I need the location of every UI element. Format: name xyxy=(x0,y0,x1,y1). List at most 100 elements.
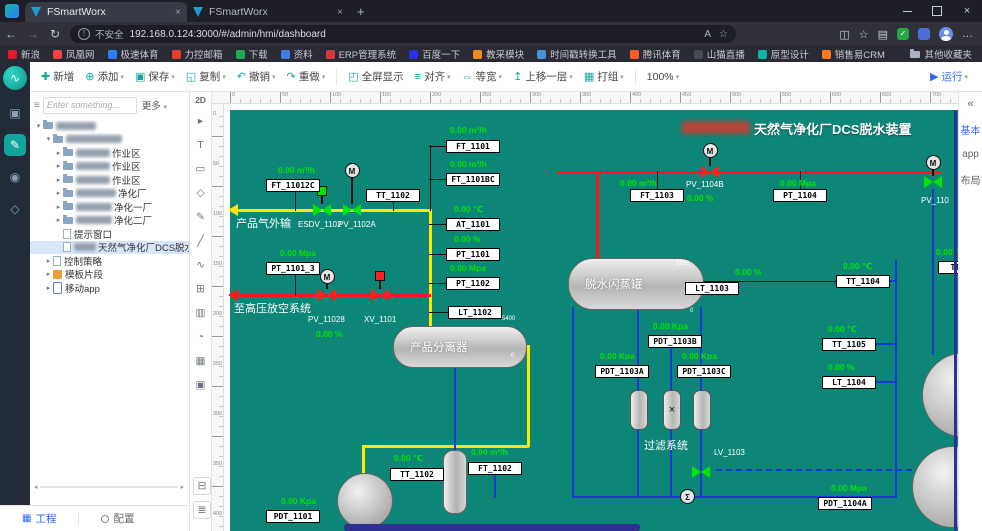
browser-menu-icon[interactable]: … xyxy=(962,28,974,40)
instrument-tag[interactable]: TT_1102 xyxy=(366,189,420,202)
other-bookmarks-folder[interactable]: 其他收藏夹 xyxy=(910,47,972,61)
instrument-tag[interactable]: TT_1105 xyxy=(822,338,876,351)
toolbar-button[interactable]: ⊕ 添加 ▾ xyxy=(85,69,124,84)
toolbar-button[interactable]: ◰ 全屏显示 xyxy=(348,69,403,84)
instrument-tag[interactable]: PDT_1103A xyxy=(595,365,649,378)
live-value[interactable]: 0.00 Mpa xyxy=(450,263,486,273)
url-text[interactable]: 192.168.0.124:3000/#/admin/hmi/dashboard xyxy=(130,29,697,40)
plant-label[interactable]: PV_1102A xyxy=(338,220,376,229)
live-value[interactable]: 0.00 Kpa xyxy=(281,496,316,506)
favorites-icon[interactable]: ☆ xyxy=(859,28,869,41)
tab-config[interactable]: 配置 xyxy=(101,511,134,526)
bookmark-item[interactable]: 销售易CRM xyxy=(821,47,885,61)
valve-ESDV_1102[interactable] xyxy=(313,204,331,216)
line-tool[interactable]: ╱ xyxy=(193,233,209,249)
pen-tool[interactable]: ✎ xyxy=(193,209,209,225)
live-value[interactable]: 0.00 ℃ xyxy=(843,261,872,272)
instrument-tag[interactable]: PT_1104 xyxy=(773,189,827,202)
plant-label[interactable]: PV_110 xyxy=(921,196,949,205)
bookmark-item[interactable]: 资料 xyxy=(280,47,313,61)
refresh-icon[interactable]: ↻ xyxy=(44,27,66,41)
live-value[interactable]: 0.00 m³/h xyxy=(450,159,487,169)
tab-project[interactable]: ▦ 工程 xyxy=(22,511,56,526)
model-icon[interactable]: ◇ xyxy=(4,198,26,220)
instrument-tag[interactable]: FT_1103 xyxy=(630,189,684,202)
tree-caret-icon[interactable]: ▸ xyxy=(54,216,63,224)
canvas-hscrollbar[interactable] xyxy=(344,524,640,531)
column-vessel[interactable] xyxy=(443,450,467,514)
panel-tab-布局[interactable]: 布局 xyxy=(959,172,982,187)
instrument-tag[interactable]: PDT_1103C xyxy=(677,365,731,378)
filter-vessel[interactable]: × xyxy=(663,390,681,430)
instrument-tag[interactable]: FT_1102 xyxy=(468,462,522,475)
instrument-tag[interactable]: AT_1101 xyxy=(446,218,500,231)
favorite-star-icon[interactable]: ☆ xyxy=(719,29,728,40)
tree-caret-icon[interactable]: ▸ xyxy=(44,257,53,265)
table-tool[interactable]: ⊞ xyxy=(193,281,209,297)
instrument-tag[interactable]: LT_1103 xyxy=(685,282,739,295)
bookmark-item[interactable]: 极速体育 xyxy=(107,47,159,61)
live-value[interactable]: 0.00 ℃ xyxy=(394,453,423,464)
plant-label[interactable]: PV_11028 xyxy=(308,315,345,324)
tree-caret-icon[interactable]: ▸ xyxy=(44,284,53,292)
more-button[interactable]: 更多 ▾ xyxy=(142,98,167,112)
tree-caret-icon[interactable]: ▸ xyxy=(54,176,63,184)
live-value[interactable]: 0.00 Mpa xyxy=(780,178,816,188)
tree-item[interactable]: ▸ 净化一厂 xyxy=(30,200,189,214)
plant-label[interactable]: 至高压放空系统 xyxy=(234,300,311,316)
valve-PV_11028[interactable] xyxy=(318,289,336,301)
instrument-tag[interactable]: PT_1102 xyxy=(446,277,500,290)
instrument-tag[interactable]: PDT_1104A xyxy=(818,497,872,510)
bookmark-item[interactable]: 下载 xyxy=(235,47,268,61)
list-icon[interactable]: ≡ xyxy=(34,100,40,111)
text-tool[interactable]: T xyxy=(193,137,209,153)
valve-PV_1104[interactable] xyxy=(924,176,942,188)
pie-tool[interactable]: ◔ xyxy=(193,329,209,345)
plant-label[interactable]: 产品气外输 xyxy=(236,215,291,231)
adblock-shield-icon[interactable]: ✓ xyxy=(897,28,909,40)
live-value[interactable]: 0.00 m³/h xyxy=(450,125,487,135)
valve-LV_1103[interactable] xyxy=(692,466,710,478)
grid-toggle[interactable]: ⊟ xyxy=(193,477,211,495)
live-value[interactable]: 0.00 ℃ xyxy=(828,324,857,335)
tree-item[interactable]: 提示窗口 xyxy=(30,227,189,241)
instrument-tag[interactable]: FT_1101BC xyxy=(446,173,500,186)
tree-item[interactable]: ▾ xyxy=(30,119,189,133)
image-tool[interactable]: ▦ xyxy=(193,353,209,369)
tree-item[interactable]: ▾ xyxy=(30,133,189,147)
bookmark-item[interactable]: 新浪 xyxy=(8,47,40,61)
vessel[interactable]: 产品分离器 xyxy=(393,326,527,368)
valve-XV_1101[interactable] xyxy=(371,289,389,301)
scroll-right-icon[interactable]: ▸ xyxy=(180,483,184,491)
mode-2d-label[interactable]: 2D xyxy=(190,95,211,105)
tree-caret-icon[interactable]: ▸ xyxy=(54,149,63,157)
plant-label[interactable]: ESDV_1102 xyxy=(298,220,341,229)
toolbar-button[interactable]: ◱ 复制 ▾ xyxy=(186,69,226,84)
canvas-vscrollbar[interactable] xyxy=(954,110,957,531)
bookmark-item[interactable]: 时间戳转换工具 xyxy=(537,47,617,61)
design-icon[interactable]: ✎ xyxy=(4,134,26,156)
curve-tool[interactable]: ∿ xyxy=(193,257,209,273)
instrument-tag[interactable]: LT_1102 xyxy=(448,306,502,319)
instrument-tag[interactable]: LT_1104 xyxy=(822,376,876,389)
app-logo[interactable]: ∿ xyxy=(3,66,27,90)
bookmark-item[interactable]: ERP管理系统 xyxy=(325,47,396,61)
bookmark-item[interactable]: 腾讯体育 xyxy=(629,47,681,61)
live-value[interactable]: 0.00 % xyxy=(687,193,713,203)
bookmark-item[interactable]: 教采模块 xyxy=(473,47,524,61)
profile-avatar[interactable] xyxy=(939,27,953,41)
live-value[interactable]: 0.00 Mpa xyxy=(831,483,867,493)
toolbar-button[interactable]: ⇔ 等宽 ▾ xyxy=(462,69,503,84)
tree-item[interactable]: ▸ 作业区 xyxy=(30,173,189,187)
tree-item[interactable]: 天然气净化厂DCS脱水装置 xyxy=(30,240,189,254)
instrument-tag[interactable]: PT_1101 xyxy=(446,248,500,261)
minimize-button[interactable] xyxy=(892,0,922,22)
panel-tab-app[interactable]: app xyxy=(959,149,982,160)
plant-label[interactable]: 过滤系统 xyxy=(644,437,688,453)
browser-tab-1[interactable]: FSmartWorx × xyxy=(25,2,187,22)
live-value[interactable]: 0.00 Kpa xyxy=(682,351,717,361)
hmi-canvas[interactable]: 产品分离器 脱水闪蒸罐 × M M M M Σ FT_1101 FT_1101BC AT_1101 P… xyxy=(224,104,958,531)
bookmark-item[interactable]: 原型设计 xyxy=(757,47,809,61)
toolbar-button[interactable]: ↶ 撤销 ▾ xyxy=(237,69,276,84)
toolbar-button[interactable]: ▣ 保存 ▾ xyxy=(135,69,175,84)
